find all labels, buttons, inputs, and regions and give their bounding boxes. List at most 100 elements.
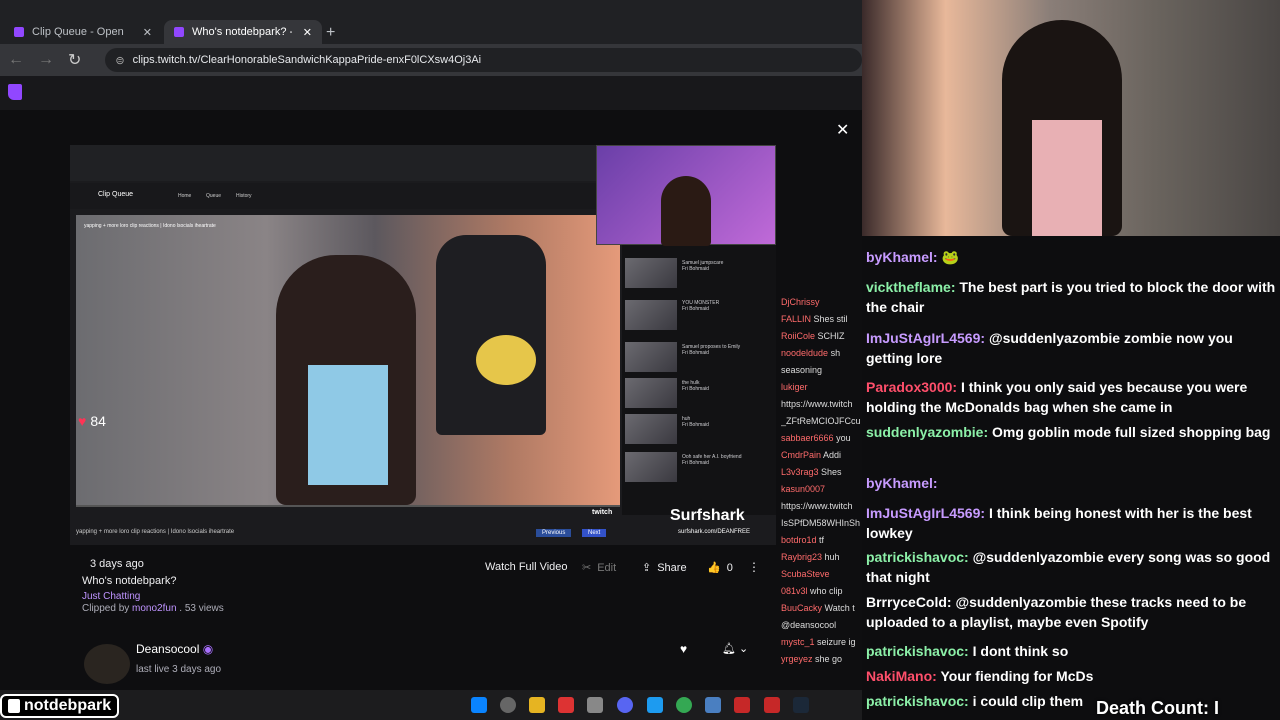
search-icon[interactable] xyxy=(500,697,516,713)
side-item: Samuel proposes to Emily Fri Bohmaid xyxy=(682,344,741,356)
side-chat-message: L3v3rag3 Shes xyxy=(781,466,869,478)
tab-twitch-clip[interactable]: Who's notdebpark? - Twitch ✕ xyxy=(164,20,322,44)
side-chat-message: kasun0007 xyxy=(781,483,869,495)
chat-username[interactable]: patrickishavoc: xyxy=(866,549,969,565)
close-icon[interactable]: ✕ xyxy=(303,26,312,39)
side-chat-user[interactable]: FALLIN xyxy=(781,314,811,324)
site-info-icon[interactable]: ⊜ xyxy=(115,54,124,67)
like-button[interactable]: 👍 0 xyxy=(707,561,733,575)
app-icon[interactable] xyxy=(764,697,780,713)
next-button[interactable]: Next xyxy=(582,529,607,537)
side-chat-user[interactable]: CmdrPain xyxy=(781,450,821,460)
windows-start-icon[interactable] xyxy=(471,697,487,713)
chat-username[interactable]: patrickishavoc: xyxy=(866,643,969,659)
app-icon[interactable] xyxy=(647,697,663,713)
side-chat-text: https://www.twitch xyxy=(781,501,853,511)
chat-message: vicktheflame: The best part is you tried… xyxy=(866,277,1278,317)
chat-username[interactable]: NakiMano: xyxy=(866,668,937,684)
chat-username[interactable]: ImJuStAgIrL4569: xyxy=(866,330,985,346)
clip-title: Who's notdebpark? xyxy=(82,575,177,587)
side-chat-text: tf xyxy=(819,535,825,545)
inner-clip-title: yapping + more loro clip reactions | Ido… xyxy=(84,223,216,229)
side-chat-text: huh xyxy=(824,552,840,562)
chat-username[interactable]: patrickishavoc: xyxy=(866,693,969,709)
chat-message: byKhamel: xyxy=(866,473,1278,493)
reload-icon[interactable]: ↻ xyxy=(68,50,81,70)
inner-tab-history: History xyxy=(236,193,252,199)
watch-full-video-button[interactable]: Watch Full Video xyxy=(485,561,568,573)
close-icon[interactable]: ✕ xyxy=(143,26,152,39)
side-chat-user[interactable]: botdro1d xyxy=(781,535,817,545)
side-chat-text: https://www.twitch xyxy=(781,399,853,409)
app-icon[interactable] xyxy=(734,697,750,713)
chat-username[interactable]: Paradox3000: xyxy=(866,379,957,395)
address-bar[interactable]: ⊜ clips.twitch.tv/ClearHonorableSandwich… xyxy=(105,48,862,72)
app-icon[interactable] xyxy=(705,697,721,713)
chat-username[interactable]: ImJuStAgIrL4569: xyxy=(866,505,985,521)
side-chat-user[interactable]: sabbaer6666 xyxy=(781,433,834,443)
channel-name-row[interactable]: Deansocool ◉ xyxy=(136,642,213,656)
clipper-link[interactable]: mono2fun xyxy=(132,603,176,614)
side-chat-text: seasoning xyxy=(781,365,823,375)
tab-favicon-icon xyxy=(14,27,24,37)
share-button[interactable]: ⇪ Share xyxy=(642,561,687,575)
twitch-logo-icon[interactable] xyxy=(8,84,22,100)
close-icon[interactable]: ✕ xyxy=(836,120,849,140)
forward-icon[interactable]: → xyxy=(38,51,54,69)
chat-username[interactable]: byKhamel: xyxy=(866,475,938,491)
inner-progress-bar xyxy=(76,505,620,507)
chat-text: I dont think so xyxy=(972,643,1069,659)
side-chat-user[interactable]: 081v3l xyxy=(781,586,808,596)
app-icon[interactable] xyxy=(587,697,603,713)
side-thumb[interactable] xyxy=(625,452,677,482)
side-chat-user[interactable]: kasun0007 xyxy=(781,484,825,494)
twitch-favicon-icon xyxy=(174,27,184,37)
chrome-icon[interactable] xyxy=(676,697,692,713)
follow-heart-icon[interactable]: ♥ xyxy=(680,642,687,656)
side-chat-text: sh xyxy=(830,348,841,358)
more-options-icon[interactable]: ⋮ xyxy=(748,560,760,574)
chat-username[interactable]: BrrryceCold: xyxy=(866,594,952,610)
file-explorer-icon[interactable] xyxy=(529,697,545,713)
side-chat-text: SCHIZ xyxy=(817,331,845,341)
side-chat-user[interactable]: ScubaSteve xyxy=(781,569,830,579)
side-chat-user[interactable]: L3v3rag3 xyxy=(781,467,819,477)
side-chat-message: @deansocool xyxy=(781,619,869,631)
side-thumb[interactable] xyxy=(625,258,677,288)
side-thumb[interactable] xyxy=(625,342,677,372)
side-chat-message: https://www.twitch xyxy=(781,398,869,410)
side-chat-user[interactable]: Raybrig23 xyxy=(781,552,822,562)
new-tab-icon[interactable]: + xyxy=(326,24,335,42)
chat-username[interactable]: vicktheflame: xyxy=(866,279,955,295)
chat-username[interactable]: suddenlyazombie: xyxy=(866,424,988,440)
avatar[interactable] xyxy=(84,644,130,684)
streamer-webcam xyxy=(862,0,1280,236)
side-thumb[interactable] xyxy=(625,378,677,408)
app-icon[interactable] xyxy=(558,697,574,713)
side-chat-user[interactable]: RoiiCole xyxy=(781,331,815,341)
side-thumb[interactable] xyxy=(625,300,677,330)
back-icon[interactable]: ← xyxy=(8,51,24,69)
chat-username[interactable]: byKhamel: xyxy=(866,249,938,265)
discord-icon[interactable] xyxy=(617,697,633,713)
side-chat-user[interactable]: DjChrissy xyxy=(781,297,820,307)
chat-message: NakiMano: Your fiending for McDs xyxy=(866,666,1278,686)
notifications-icon[interactable]: 🔔︎ ⌄ xyxy=(722,642,748,655)
address-row: ← → ↻ ⊜ clips.twitch.tv/ClearHonorableSa… xyxy=(0,44,862,76)
inner-webcam xyxy=(596,145,776,246)
clip-category-link[interactable]: Just Chatting xyxy=(82,591,140,602)
steam-icon[interactable] xyxy=(793,697,809,713)
side-chat-message: DjChrissy xyxy=(781,296,869,308)
side-chat-user[interactable]: lukiger xyxy=(781,382,808,392)
clipped-by: Clipped by mono2fun . 53 views xyxy=(82,603,224,614)
side-chat-user[interactable]: yrgeyez xyxy=(781,654,813,664)
side-chat-user[interactable]: mystc_1 xyxy=(781,637,815,647)
tab-clip-queue[interactable]: Clip Queue - Open ✕ xyxy=(4,20,162,44)
edit-button[interactable]: ✂ Edit xyxy=(582,561,616,575)
side-chat-user[interactable]: noodeldude xyxy=(781,348,828,358)
channel-name[interactable]: Deansocool xyxy=(136,642,199,656)
side-thumb[interactable] xyxy=(625,414,677,444)
side-chat-user[interactable]: BuuCacky xyxy=(781,603,822,613)
previous-button[interactable]: Previous xyxy=(536,529,572,537)
side-chat-message: sabbaer6666 you xyxy=(781,432,869,444)
